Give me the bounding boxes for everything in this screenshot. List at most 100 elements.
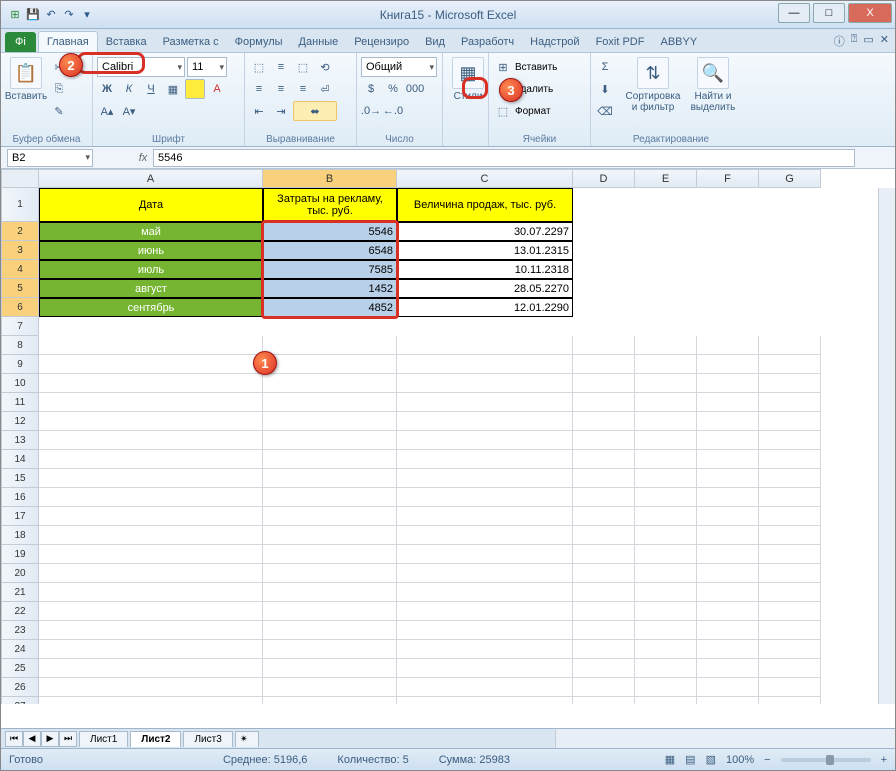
cell[interactable] <box>759 393 821 412</box>
cell[interactable] <box>263 450 397 469</box>
cell[interactable] <box>39 640 263 659</box>
italic-button[interactable]: К <box>119 79 139 99</box>
sheet-tab-2[interactable]: Лист2 <box>130 731 181 747</box>
cell[interactable] <box>697 678 759 697</box>
cell[interactable] <box>635 336 697 355</box>
cell[interactable] <box>759 697 821 704</box>
tab-formulas[interactable]: Формулы <box>227 32 291 52</box>
sort-filter-button[interactable]: ⇅Сортировка и фильтр <box>623 55 683 121</box>
autosum-icon[interactable]: Σ <box>595 57 615 77</box>
font-name-combo[interactable]: Calibri <box>97 57 185 77</box>
row-header-22[interactable]: 22 <box>1 602 39 621</box>
fill-icon[interactable]: ⬇ <box>595 79 615 99</box>
cell[interactable] <box>759 526 821 545</box>
cell[interactable] <box>573 678 635 697</box>
cell[interactable] <box>697 412 759 431</box>
cell[interactable] <box>573 336 635 355</box>
merge-button[interactable]: ⬌ <box>293 101 337 121</box>
insert-cells-icon[interactable]: ⊞ <box>493 57 513 77</box>
cell[interactable] <box>759 374 821 393</box>
tab-layout[interactable]: Разметка с <box>155 32 227 52</box>
border-button[interactable]: ▦ <box>163 79 183 99</box>
cell[interactable] <box>397 355 573 374</box>
col-header-G[interactable]: G <box>759 169 821 188</box>
tab-review[interactable]: Рецензиро <box>346 32 417 52</box>
cell[interactable] <box>397 678 573 697</box>
row-header-3[interactable]: 3 <box>1 241 39 260</box>
percent-icon[interactable]: % <box>383 79 403 99</box>
align-center-icon[interactable]: ≡ <box>271 79 291 99</box>
vertical-scrollbar[interactable] <box>878 188 895 704</box>
cell[interactable] <box>635 564 697 583</box>
minimize-ribbon-icon[interactable]: ⓘ <box>834 33 845 49</box>
format-painter-button[interactable]: ✎ <box>49 101 69 121</box>
cell[interactable] <box>397 564 573 583</box>
cell[interactable] <box>39 374 263 393</box>
formula-input[interactable]: 5546 <box>153 149 855 167</box>
paste-button[interactable]: 📋 Вставить <box>5 55 47 121</box>
cell[interactable] <box>39 488 263 507</box>
undo-icon[interactable]: ↶ <box>43 7 59 23</box>
cell[interactable]: Затраты на рекламу, тыс. руб. <box>263 188 397 222</box>
cell[interactable]: 13.01.2315 <box>397 241 573 260</box>
col-header-A[interactable]: A <box>39 169 263 188</box>
cell[interactable] <box>759 469 821 488</box>
cell[interactable] <box>573 697 635 704</box>
tab-nav-next[interactable]: ▶ <box>41 731 59 747</box>
bold-button[interactable]: Ж <box>97 79 117 99</box>
cell[interactable] <box>397 526 573 545</box>
cell[interactable] <box>697 545 759 564</box>
maximize-button[interactable]: □ <box>813 3 845 23</box>
cell[interactable] <box>573 355 635 374</box>
cell[interactable] <box>39 659 263 678</box>
font-color-button[interactable]: A <box>207 79 227 99</box>
select-all-corner[interactable] <box>1 169 39 188</box>
cell[interactable]: Дата <box>39 188 263 222</box>
increase-indent-icon[interactable]: ⇥ <box>271 101 291 121</box>
row-header-10[interactable]: 10 <box>1 374 39 393</box>
row-header-6[interactable]: 6 <box>1 298 39 317</box>
cell[interactable] <box>759 564 821 583</box>
cell[interactable] <box>635 507 697 526</box>
decrease-decimal-icon[interactable]: ←.0 <box>383 101 403 121</box>
cell[interactable] <box>759 507 821 526</box>
find-select-button[interactable]: 🔍Найти и выделить <box>685 55 741 121</box>
window-restore-icon[interactable]: ▭ <box>863 33 873 49</box>
cell[interactable] <box>397 431 573 450</box>
cell[interactable] <box>635 621 697 640</box>
row-header-17[interactable]: 17 <box>1 507 39 526</box>
cell[interactable] <box>397 697 573 704</box>
cell[interactable]: 28.05.2270 <box>397 279 573 298</box>
row-header-21[interactable]: 21 <box>1 583 39 602</box>
cell[interactable]: 5546 <box>263 222 397 241</box>
cell[interactable] <box>697 507 759 526</box>
row-header-20[interactable]: 20 <box>1 564 39 583</box>
row-header-7[interactable]: 7 <box>1 317 39 336</box>
cell[interactable] <box>263 564 397 583</box>
align-left-icon[interactable]: ≡ <box>249 79 269 99</box>
tab-insert[interactable]: Вставка <box>98 32 155 52</box>
format-label[interactable]: Формат <box>515 106 551 117</box>
cell[interactable] <box>397 545 573 564</box>
cell[interactable] <box>397 336 573 355</box>
cell[interactable]: 12.01.2290 <box>397 298 573 317</box>
cell[interactable] <box>573 374 635 393</box>
cell[interactable] <box>573 450 635 469</box>
close-button[interactable]: X <box>848 3 892 23</box>
cell[interactable] <box>397 488 573 507</box>
cell[interactable]: июнь <box>39 241 263 260</box>
col-header-F[interactable]: F <box>697 169 759 188</box>
cell[interactable] <box>397 412 573 431</box>
zoom-out-icon[interactable]: − <box>764 754 770 766</box>
cell[interactable] <box>263 602 397 621</box>
minimize-button[interactable]: — <box>778 3 810 23</box>
cell[interactable] <box>759 678 821 697</box>
cell[interactable] <box>397 507 573 526</box>
cell[interactable] <box>759 602 821 621</box>
cell[interactable] <box>39 336 263 355</box>
row-header-1[interactable]: 1 <box>1 188 39 222</box>
save-icon[interactable]: 💾 <box>25 7 41 23</box>
cell[interactable] <box>397 659 573 678</box>
col-header-E[interactable]: E <box>635 169 697 188</box>
row-header-16[interactable]: 16 <box>1 488 39 507</box>
